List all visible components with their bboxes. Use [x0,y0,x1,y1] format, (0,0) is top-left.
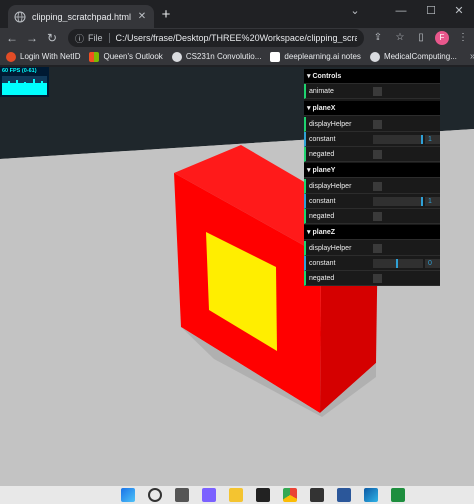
planex-displayhelper-checkbox[interactable] [373,120,382,129]
back-button[interactable]: ← [4,30,20,46]
planey-displayhelper-checkbox[interactable] [373,182,382,191]
profile-avatar[interactable]: F [435,31,449,45]
planey-constant-slider-handle [421,197,423,206]
address-divider [108,33,110,43]
tab-strip: clipping_scratchpad.html ✕ + ⌄ — ☐ ✕ [0,0,474,28]
menu-kebab-icon[interactable]: ⋮ [455,30,471,46]
maximize-button[interactable]: ☐ [414,0,448,22]
gui-planex-displayhelper-row: displayHelper [304,117,440,132]
planez-constant-slider-handle [396,259,398,268]
planey-constant-input[interactable]: 1 [425,197,440,206]
bookmarks-bar: Login With NetID Queen's Outlook CS231n … [0,48,474,66]
tab-title: clipping_scratchpad.html [32,11,132,22]
tab-search-chevron-icon[interactable]: ⌄ [338,0,372,22]
new-tab-button[interactable]: + [158,7,174,23]
planez-displayhelper-checkbox[interactable] [373,244,382,253]
close-tab-icon[interactable]: ✕ [136,11,148,22]
fps-stats-panel[interactable]: 60 FPS (0-61) [0,67,49,97]
word-icon[interactable] [337,488,351,502]
gui-planex-negated-row: negated [304,147,440,162]
gui-planez-negated-row: negated [304,271,440,286]
planey-constant-slider[interactable] [373,197,423,206]
bookmark-cs231n[interactable]: CS231n Convolutio... [171,51,261,62]
planex-constant-slider-handle [421,135,423,144]
info-icon[interactable]: ⓘ [75,32,84,45]
gui-animate-row: animate [304,84,440,99]
gui-root-header[interactable]: ▾ Controls [304,69,440,84]
edge-icon[interactable] [364,488,378,502]
gui-planez-displayhelper-row: displayHelper [304,241,440,256]
minimize-button[interactable]: — [384,0,418,22]
gui-folder-planex[interactable]: ▾ planeX [304,101,440,116]
planex-constant-input[interactable]: 1 [425,135,440,144]
terminal-2-icon[interactable] [310,488,324,502]
gui-planez-constant-row: constant 0 [304,256,440,271]
gui-folder-planey[interactable]: ▾ planeY [304,163,440,178]
gui-root-title: Controls [312,73,342,80]
planex-negated-checkbox[interactable] [373,150,382,159]
bookmark-medicalcomputing[interactable]: MedicalComputing... [369,51,457,62]
bookmark-star-icon[interactable]: ☆ [392,30,408,46]
side-panel-icon[interactable]: ▯ [413,30,429,46]
planex-constant-slider[interactable] [373,135,423,144]
tab-clipping-scratchpad[interactable]: clipping_scratchpad.html ✕ [8,5,154,28]
terminal-icon[interactable] [256,488,270,502]
doc-icon [270,51,281,62]
close-window-button[interactable]: ✕ [444,0,474,22]
excel-icon[interactable] [391,488,405,502]
fps-readout: 60 FPS (0-61) [2,68,37,74]
screen: clipping_scratchpad.html ✕ + ⌄ — ☐ ✕ ← →… [0,0,474,504]
gui-folder-planez[interactable]: ▾ planeZ [304,225,440,240]
task-view-icon[interactable] [175,488,189,502]
gui-panel: ▾ Controls animate ▾ planeX displayHelpe… [304,69,440,286]
github-icon [369,51,380,62]
teams-chat-icon[interactable] [202,488,216,502]
planey-negated-checkbox[interactable] [373,212,382,221]
share-icon[interactable]: ⇪ [370,30,386,46]
browser-toolbar: ← → ↻ ⓘ File C:/Users/frase/Desktop/THRE… [0,28,474,48]
gui-planey-displayhelper-row: displayHelper [304,179,440,194]
netid-icon [6,51,16,62]
bookmark-deeplearning[interactable]: deeplearning.ai notes [270,51,361,62]
search-icon[interactable] [148,488,162,502]
globe-icon [171,51,182,62]
microsoft-icon [89,51,100,62]
planez-negated-checkbox[interactable] [373,274,382,283]
forward-button[interactable]: → [24,30,40,46]
address-url[interactable]: C:/Users/frase/Desktop/THREE%20Workspace… [116,33,357,43]
windows-taskbar [0,486,474,504]
address-bar[interactable]: ⓘ File C:/Users/frase/Desktop/THREE%20Wo… [68,29,364,47]
fps-graph [2,76,47,95]
animate-checkbox[interactable] [373,87,382,96]
planez-constant-input[interactable]: 0 [425,259,440,268]
bookmark-login-netid[interactable]: Login With NetID [6,51,80,62]
gui-planex-constant-row: constant 1 [304,132,440,147]
globe-icon [14,11,26,22]
fps-graph-bars [2,76,47,95]
planez-constant-slider[interactable] [373,259,423,268]
start-menu-icon[interactable] [121,488,135,502]
gui-planey-constant-row: constant 1 [304,194,440,209]
bookmark-queens-outlook[interactable]: Queen's Outlook [89,51,163,62]
address-scheme-label: File [88,33,103,43]
bookmarks-overflow-button[interactable]: » [470,51,474,62]
reload-button[interactable]: ↻ [44,30,60,46]
chrome-icon[interactable] [283,488,297,502]
gui-planey-negated-row: negated [304,209,440,224]
file-explorer-icon[interactable] [229,488,243,502]
